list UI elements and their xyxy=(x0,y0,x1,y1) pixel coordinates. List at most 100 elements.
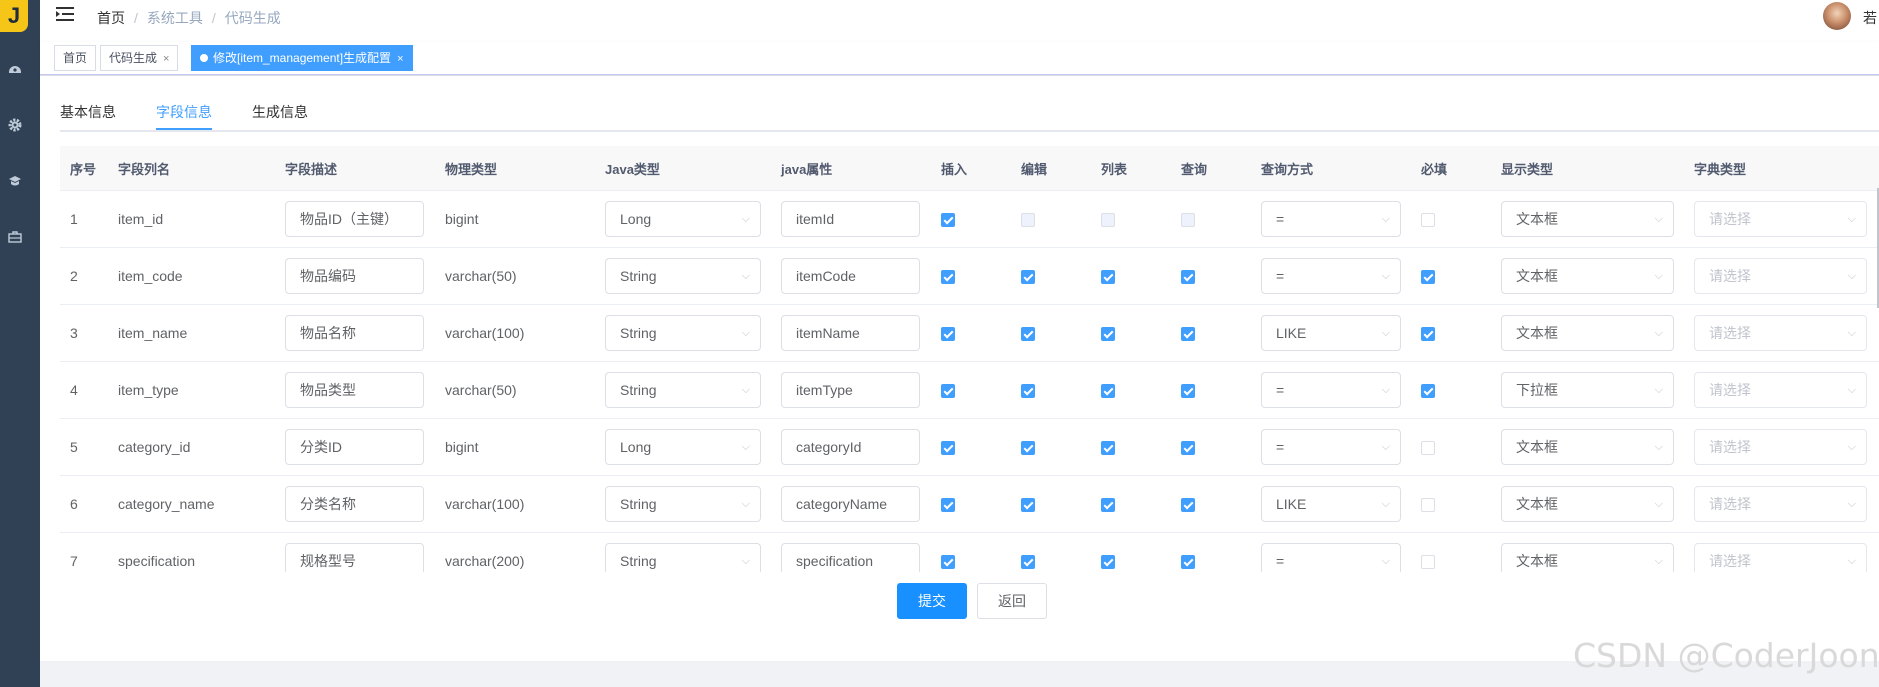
breadcrumb-home[interactable]: 首页 xyxy=(97,10,125,26)
tag-home[interactable]: 首页 xyxy=(54,45,97,71)
dict-type-select[interactable]: 请选择 ⌵ xyxy=(1694,258,1867,294)
java-attr-input[interactable]: specification xyxy=(781,543,920,572)
checkbox[interactable] xyxy=(1101,327,1115,342)
checkbox[interactable] xyxy=(941,213,955,228)
table-row: 3 item_name 物品名称 varchar(100) String ⌵ itemNam… xyxy=(60,304,1879,362)
java-attr-input[interactable]: itemId xyxy=(781,201,920,237)
query-type-select[interactable]: = ⌵ xyxy=(1261,258,1401,294)
field-desc-input[interactable]: 物品类型 xyxy=(285,372,424,408)
chevron-down-icon: ⌵ xyxy=(1381,270,1390,282)
checkbox[interactable] xyxy=(1101,213,1115,228)
field-desc-input[interactable]: 规格型号 xyxy=(285,543,424,572)
checkbox[interactable] xyxy=(1181,213,1195,228)
java-type-select[interactable]: Long ⌵ xyxy=(605,429,761,465)
checkbox[interactable] xyxy=(1021,384,1035,399)
checkbox[interactable] xyxy=(941,441,955,456)
checkbox[interactable] xyxy=(1101,498,1115,513)
checkbox[interactable] xyxy=(1421,555,1435,570)
tab-basic-info[interactable]: 基本信息 xyxy=(60,102,116,122)
display-type-select[interactable]: 文本框 ⌵ xyxy=(1501,429,1674,465)
java-attr-input[interactable]: itemName xyxy=(781,315,920,351)
dict-type-select[interactable]: 请选择 ⌵ xyxy=(1694,372,1867,408)
checkbox[interactable] xyxy=(1421,498,1435,513)
checkbox[interactable] xyxy=(1021,441,1035,456)
checkbox[interactable] xyxy=(1021,555,1035,570)
checkbox[interactable] xyxy=(1181,441,1195,456)
java-attr-input[interactable]: itemType xyxy=(781,372,920,408)
dict-type-select[interactable]: 请选择 ⌵ xyxy=(1694,315,1867,351)
avatar[interactable] xyxy=(1823,2,1851,30)
dict-type-select[interactable]: 请选择 ⌵ xyxy=(1694,543,1867,572)
user-name[interactable]: 若 xyxy=(1863,8,1879,28)
java-attr-input[interactable]: categoryId xyxy=(781,429,920,465)
checkbox[interactable] xyxy=(1421,384,1435,399)
checkbox[interactable] xyxy=(1181,384,1195,399)
checkbox[interactable] xyxy=(941,555,955,570)
display-type-select[interactable]: 文本框 ⌵ xyxy=(1501,543,1674,572)
checkbox[interactable] xyxy=(941,327,955,342)
checkbox[interactable] xyxy=(1021,213,1035,228)
checkbox[interactable] xyxy=(1181,270,1195,285)
tag-code-gen[interactable]: 代码生成 × xyxy=(100,45,179,71)
checkbox[interactable] xyxy=(1021,498,1035,513)
java-type-select[interactable]: String ⌵ xyxy=(605,486,761,522)
checkbox[interactable] xyxy=(1101,384,1115,399)
query-type-select[interactable]: LIKE ⌵ xyxy=(1261,486,1401,522)
dict-type-select[interactable]: 请选择 ⌵ xyxy=(1694,429,1867,465)
display-type-select[interactable]: 文本框 ⌵ xyxy=(1501,201,1674,237)
column-name: item_code xyxy=(118,268,183,284)
java-attr-input[interactable]: categoryName xyxy=(781,486,920,522)
checkbox[interactable] xyxy=(1101,270,1115,285)
display-type-select[interactable]: 下拉框 ⌵ xyxy=(1501,372,1674,408)
field-desc-input[interactable]: 分类名称 xyxy=(285,486,424,522)
submit-button[interactable]: 提交 xyxy=(897,583,967,619)
checkbox[interactable] xyxy=(1421,441,1435,456)
app-logo[interactable]: J xyxy=(0,0,28,32)
dict-type-select-value: 请选择 xyxy=(1709,211,1751,227)
checkbox[interactable] xyxy=(1101,441,1115,456)
query-type-select[interactable]: = ⌵ xyxy=(1261,429,1401,465)
tab-gen-info[interactable]: 生成信息 xyxy=(252,102,308,122)
field-desc-input[interactable]: 物品ID（主键） xyxy=(285,201,424,237)
dict-type-select[interactable]: 请选择 ⌵ xyxy=(1694,486,1867,522)
field-desc-input[interactable]: 物品编码 xyxy=(285,258,424,294)
tab-field-info[interactable]: 字段信息 xyxy=(156,102,212,122)
query-type-select[interactable]: = ⌵ xyxy=(1261,201,1401,237)
checkbox[interactable] xyxy=(1421,270,1435,285)
toolbox-icon[interactable] xyxy=(7,229,23,245)
java-attr-input[interactable]: itemCode xyxy=(781,258,920,294)
query-type-select[interactable]: LIKE ⌵ xyxy=(1261,315,1401,351)
tag-edit-config[interactable]: 修改[item_management]生成配置 × xyxy=(191,45,413,71)
checkbox[interactable] xyxy=(1101,555,1115,570)
checkbox[interactable] xyxy=(1021,327,1035,342)
display-type-select[interactable]: 文本框 ⌵ xyxy=(1501,258,1674,294)
java-type-select[interactable]: Long ⌵ xyxy=(605,201,761,237)
back-button[interactable]: 返回 xyxy=(977,583,1047,619)
checkbox[interactable] xyxy=(1181,327,1195,342)
java-type-select[interactable]: String ⌵ xyxy=(605,543,761,572)
dict-type-select[interactable]: 请选择 ⌵ xyxy=(1694,201,1867,237)
gear-icon[interactable] xyxy=(7,117,23,133)
display-type-select[interactable]: 文本框 ⌵ xyxy=(1501,486,1674,522)
checkbox[interactable] xyxy=(941,498,955,513)
java-type-select[interactable]: String ⌵ xyxy=(605,372,761,408)
close-icon[interactable]: × xyxy=(397,53,403,65)
monitor-icon[interactable] xyxy=(7,173,23,189)
field-desc-input[interactable]: 分类ID xyxy=(285,429,424,465)
checkbox[interactable] xyxy=(1421,213,1435,228)
display-type-select[interactable]: 文本框 ⌵ xyxy=(1501,315,1674,351)
query-type-select[interactable]: = ⌵ xyxy=(1261,543,1401,572)
java-type-select[interactable]: String ⌵ xyxy=(605,258,761,294)
checkbox[interactable] xyxy=(941,270,955,285)
hamburger-icon[interactable] xyxy=(56,6,74,22)
field-desc-input[interactable]: 物品名称 xyxy=(285,315,424,351)
query-type-select[interactable]: = ⌵ xyxy=(1261,372,1401,408)
close-icon[interactable]: × xyxy=(163,53,169,65)
checkbox[interactable] xyxy=(1181,555,1195,570)
checkbox[interactable] xyxy=(1021,270,1035,285)
java-type-select[interactable]: String ⌵ xyxy=(605,315,761,351)
dashboard-icon[interactable] xyxy=(7,61,23,77)
checkbox[interactable] xyxy=(941,384,955,399)
checkbox[interactable] xyxy=(1421,327,1435,342)
checkbox[interactable] xyxy=(1181,498,1195,513)
